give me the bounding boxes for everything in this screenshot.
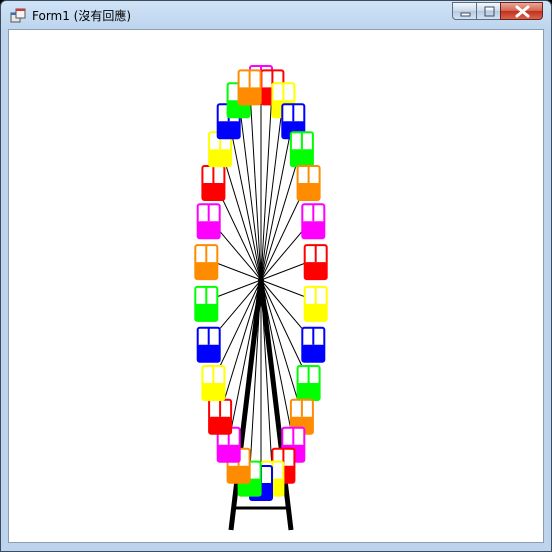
close-icon	[515, 5, 530, 18]
spoke	[260, 279, 284, 463]
form-app-icon	[10, 8, 26, 23]
cabin	[194, 285, 219, 322]
cabin	[196, 326, 221, 363]
cabin	[301, 203, 326, 240]
cabin	[237, 69, 262, 106]
wheel-hub	[258, 277, 264, 283]
cabin	[194, 244, 219, 281]
cabin	[196, 203, 221, 240]
cabin	[289, 131, 314, 168]
ferris-wheel-drawing	[194, 65, 328, 531]
spoke	[238, 97, 262, 281]
minimize-button[interactable]	[452, 2, 477, 20]
title-bar[interactable]: Form1 (沒有回應)	[1, 1, 551, 29]
cabin	[301, 326, 326, 363]
maximize-icon	[484, 6, 495, 17]
cabin	[296, 365, 321, 401]
app-window: Form1 (沒有回應)	[0, 0, 552, 552]
cabin	[208, 398, 233, 435]
spoke	[260, 97, 284, 281]
form-client-area	[8, 29, 544, 543]
window-title: Form1 (沒有回應)	[32, 9, 132, 23]
cabin	[296, 165, 321, 201]
minimize-icon	[460, 12, 471, 17]
cabin	[201, 165, 226, 201]
close-button[interactable]	[500, 2, 543, 20]
cabin	[303, 285, 328, 322]
spoke	[238, 279, 262, 463]
maximize-button[interactable]	[476, 2, 501, 20]
cabin	[201, 365, 226, 401]
cabin	[303, 244, 328, 281]
